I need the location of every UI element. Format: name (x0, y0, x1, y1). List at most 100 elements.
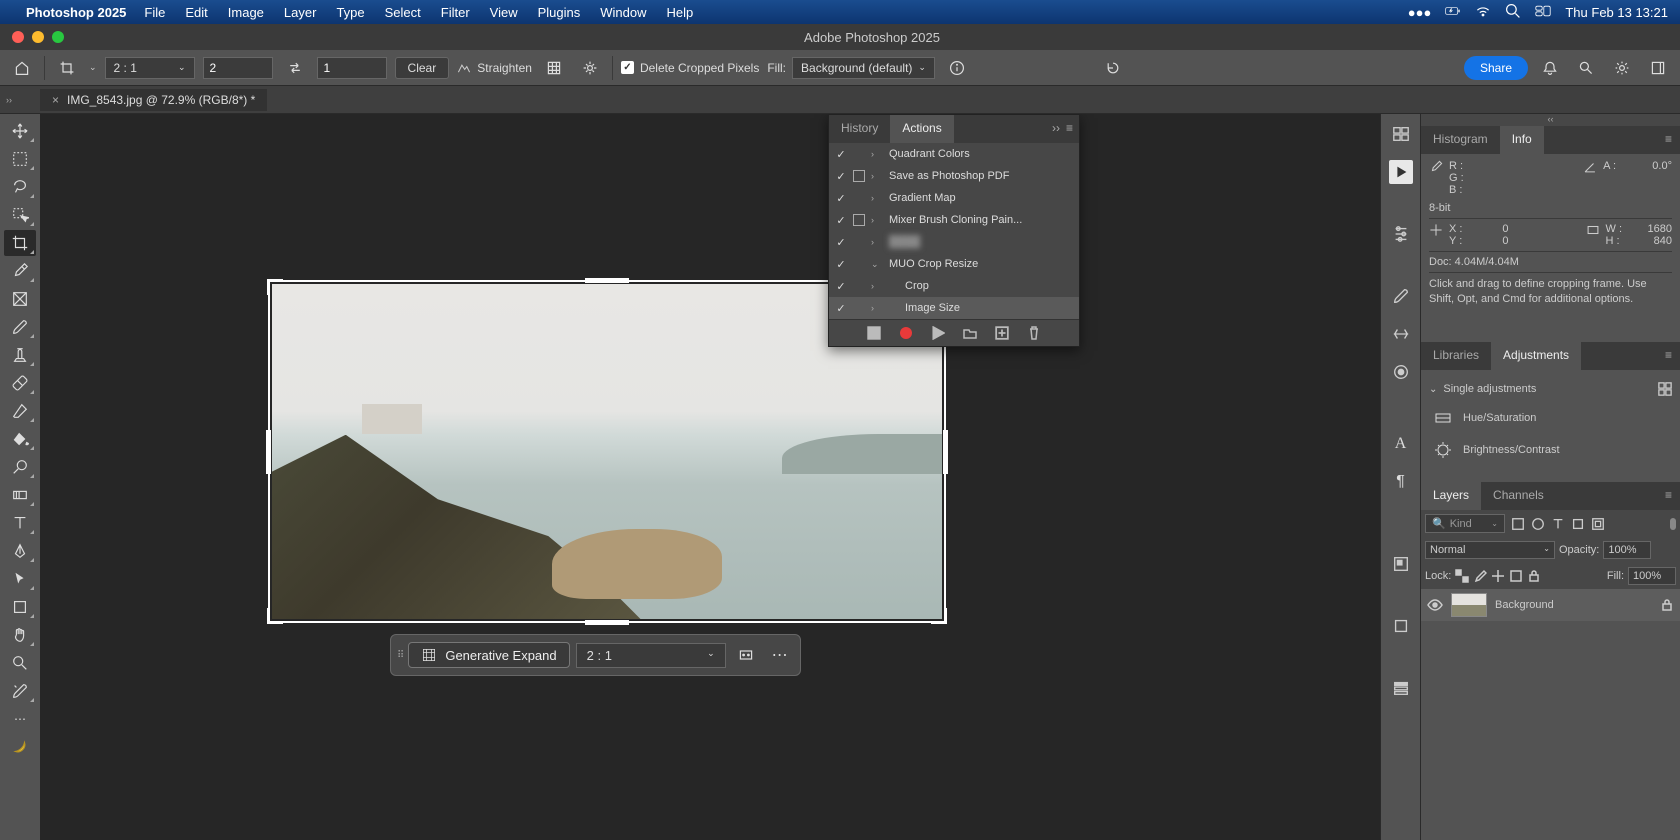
disclosure-icon[interactable]: › (871, 237, 887, 247)
crop-ratio-select[interactable]: 2 : 1⌄ (105, 57, 195, 79)
disclosure-icon[interactable]: › (871, 149, 887, 159)
fill-select[interactable]: Background (default)⌄ (792, 57, 935, 79)
collapse-toolbar-icon[interactable]: ›› (6, 95, 12, 105)
reset-crop-button[interactable] (1099, 54, 1127, 82)
action-row[interactable]: ✓ › Crop (829, 275, 1079, 297)
histogram-tab[interactable]: Histogram (1421, 126, 1500, 154)
action-row[interactable]: ✓ › ████ (829, 231, 1079, 253)
libraries-tab[interactable]: Libraries (1421, 342, 1491, 370)
paint-bucket-tool[interactable] (4, 426, 36, 452)
lasso-tool[interactable] (4, 174, 36, 200)
action-row[interactable]: ✓ › Save as Photoshop PDF (829, 165, 1079, 187)
history-tab[interactable]: History (829, 115, 890, 143)
layer-fill-field[interactable]: 100% (1628, 567, 1676, 585)
delete-action-button[interactable] (1027, 326, 1041, 340)
record-button[interactable] (899, 326, 913, 340)
brush-tool[interactable] (4, 314, 36, 340)
history-brush-tool[interactable] (4, 678, 36, 704)
filter-smart-icon[interactable] (1591, 517, 1605, 531)
swap-dimensions-button[interactable] (281, 54, 309, 82)
context-more-icon[interactable]: ⋯ (766, 641, 794, 669)
hand-tool[interactable] (4, 622, 36, 648)
collapse-panels-icon[interactable]: ‹‹ (1421, 114, 1680, 126)
info-panel-menu-icon[interactable]: ≡ (1657, 126, 1680, 154)
action-dialog-toggle[interactable] (853, 170, 871, 182)
action-row[interactable]: ✓ › Mixer Brush Cloning Pain... (829, 209, 1079, 231)
pen-tool[interactable] (4, 538, 36, 564)
delete-cropped-checkbox[interactable] (621, 61, 634, 74)
tool-preset-chevron-icon[interactable]: ⌄ (89, 62, 97, 73)
close-window-button[interactable] (12, 31, 24, 43)
hue-saturation-adjustment[interactable]: Hue/Saturation (1429, 402, 1672, 434)
action-enabled-check[interactable]: ✓ (829, 236, 853, 249)
lock-all-icon[interactable] (1527, 569, 1541, 583)
channels-tab[interactable]: Channels (1481, 482, 1556, 510)
eraser-tool[interactable] (4, 398, 36, 424)
filter-type-icon[interactable] (1551, 517, 1565, 531)
action-enabled-check[interactable]: ✓ (829, 258, 853, 271)
battery-icon[interactable] (1445, 3, 1461, 22)
crop-tool-icon[interactable] (53, 54, 81, 82)
actions-panel[interactable]: History Actions ››≡ ✓ › Quadrant Colors✓… (828, 114, 1080, 347)
menu-select[interactable]: Select (385, 5, 421, 20)
action-enabled-check[interactable]: ✓ (829, 280, 853, 293)
menu-window[interactable]: Window (600, 5, 646, 20)
workspace-switcher-icon[interactable] (1644, 54, 1672, 82)
opacity-field[interactable]: 100% (1603, 541, 1651, 559)
action-row[interactable]: ✓ ⌄ MUO Crop Resize (829, 253, 1079, 275)
menu-view[interactable]: View (490, 5, 518, 20)
action-row[interactable]: ✓ › Quadrant Colors (829, 143, 1079, 165)
gradient-tool[interactable] (4, 482, 36, 508)
crop-options-button[interactable] (576, 54, 604, 82)
chevron-down-icon[interactable]: ⌄ (1429, 384, 1437, 395)
filter-shape-icon[interactable] (1571, 517, 1585, 531)
clock[interactable]: Thu Feb 13 13:21 (1565, 5, 1668, 20)
eyedropper-tool[interactable] (4, 258, 36, 284)
grid-overlay-button[interactable] (540, 54, 568, 82)
object-select-tool[interactable] (4, 202, 36, 228)
banana-icon[interactable] (4, 734, 36, 760)
lock-transparency-icon[interactable] (1455, 569, 1469, 583)
info-icon[interactable] (943, 54, 971, 82)
type-tool[interactable] (4, 510, 36, 536)
crop-width-field[interactable] (203, 57, 273, 79)
adjustments-panel-menu-icon[interactable]: ≡ (1657, 342, 1680, 370)
history-panel-icon[interactable] (1389, 122, 1413, 146)
new-set-button[interactable] (963, 326, 977, 340)
styles-panel-icon[interactable] (1389, 322, 1413, 346)
action-enabled-check[interactable]: ✓ (829, 214, 853, 227)
crop-height-field[interactable] (317, 57, 387, 79)
blend-mode-select[interactable]: Normal⌄ (1425, 541, 1555, 559)
menu-plugins[interactable]: Plugins (538, 5, 581, 20)
lock-artboard-icon[interactable] (1509, 569, 1523, 583)
info-tab[interactable]: Info (1500, 126, 1544, 154)
frame-tool[interactable] (4, 286, 36, 312)
menu-file[interactable]: File (144, 5, 165, 20)
disclosure-icon[interactable]: ⌄ (871, 259, 887, 270)
action-row[interactable]: ✓ › Image Size (829, 297, 1079, 319)
edit-toolbar-button[interactable]: ⋯ (4, 706, 36, 732)
menu-help[interactable]: Help (667, 5, 694, 20)
collapse-panel-icon[interactable]: ›› (1052, 121, 1060, 137)
action-dialog-toggle[interactable] (853, 214, 871, 226)
layer-filter-kind[interactable]: 🔍Kind⌄ (1425, 514, 1505, 533)
action-enabled-check[interactable]: ✓ (829, 192, 853, 205)
action-row[interactable]: ✓ › Gradient Map (829, 187, 1079, 209)
action-enabled-check[interactable]: ✓ (829, 170, 853, 183)
menu-image[interactable]: Image (228, 5, 264, 20)
actions-panel-icon[interactable] (1389, 160, 1413, 184)
wifi-icon[interactable] (1475, 3, 1491, 22)
zoom-tool[interactable] (4, 650, 36, 676)
marquee-tool[interactable] (4, 146, 36, 172)
menu-type[interactable]: Type (336, 5, 364, 20)
disclosure-icon[interactable]: › (871, 171, 887, 181)
visibility-icon[interactable] (1427, 598, 1443, 612)
move-tool[interactable] (4, 118, 36, 144)
properties-panel-icon[interactable] (1389, 676, 1413, 700)
app-name[interactable]: Photoshop 2025 (26, 5, 126, 20)
action-enabled-check[interactable]: ✓ (829, 302, 853, 315)
path-select-tool[interactable] (4, 566, 36, 592)
new-action-button[interactable] (995, 326, 1009, 340)
canvas[interactable]: ⠿ Generative Expand 2 : 1⌄ ⋯ History Act… (40, 114, 1380, 840)
adjustments-tab[interactable]: Adjustments (1491, 342, 1581, 370)
